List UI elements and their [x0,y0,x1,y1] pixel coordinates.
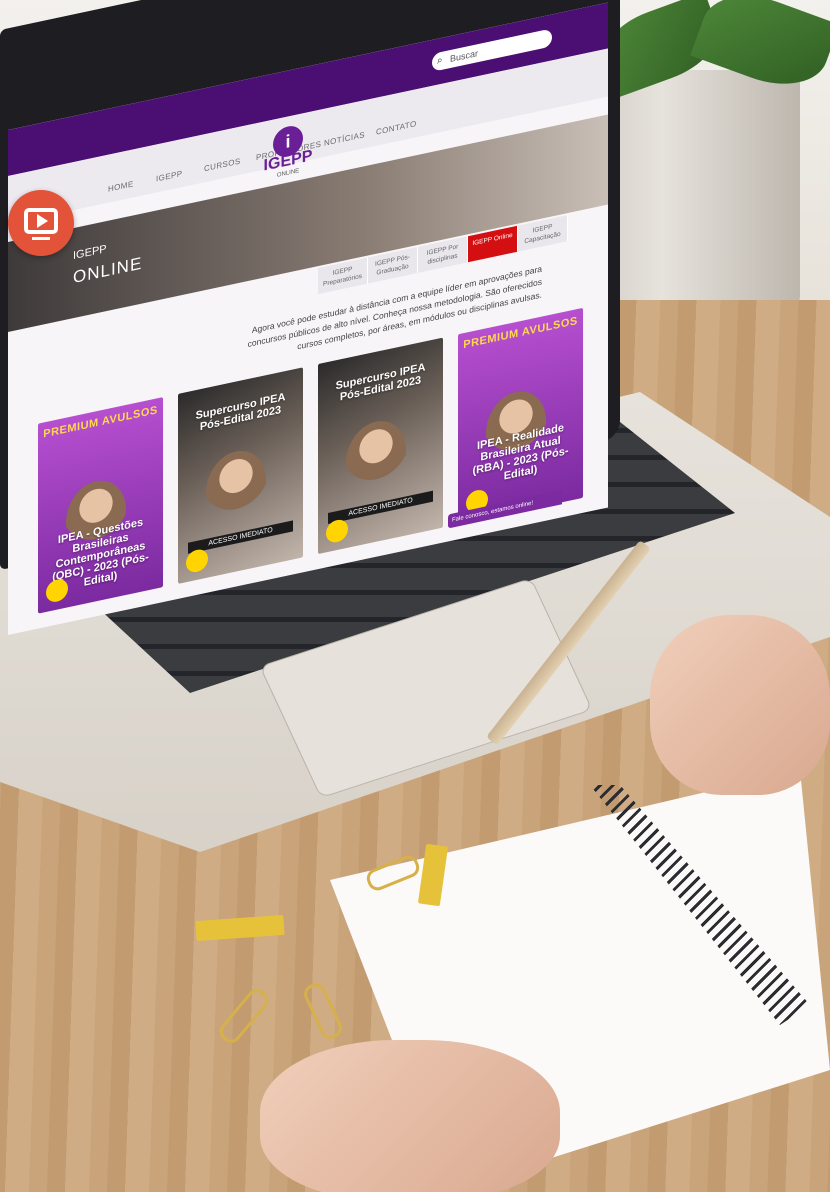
card-cta: ACESSO IMEDIATO [328,490,433,524]
nav-item-noticias[interactable]: NOTÍCIAS [324,130,365,148]
play-icon [37,214,48,228]
nav-item-contato[interactable]: CONTATO [376,119,417,137]
instructor-photo [346,415,406,499]
course-card[interactable]: Supercurso IPEA Pós-Edital 2023 ACESSO I… [318,337,443,555]
nav-item-home[interactable]: HOME [108,179,134,193]
writing-hand [650,615,830,795]
course-card[interactable]: PREMIUM AVULSOS IPEA - Realidade Brasile… [458,307,583,525]
nav-item-cursos[interactable]: CURSOS [204,157,241,174]
card-title: Supercurso IPEA Pós-Edital 2023 [335,361,426,404]
card-badge: PREMIUM AVULSOS [463,314,578,352]
photo-scene: ⌕ Buscar HOME IGEPP CURSOS PROFESSORES N… [0,0,830,1192]
card-title: Supercurso IPEA Pós-Edital 2023 [195,391,286,434]
course-card[interactable]: PREMIUM AVULSOS IPEA - Questões Brasilei… [38,397,163,614]
course-card[interactable]: Supercurso IPEA Pós-Edital 2023 ACESSO I… [178,367,303,584]
instructor-photo [206,445,266,528]
resting-hand [260,1040,560,1192]
search-icon: ⌕ [437,54,443,67]
video-lesson-icon [8,190,74,256]
card-badge: PREMIUM AVULSOS [43,404,158,441]
card-cta: ACESSO IMEDIATO [188,520,293,554]
hero-line1: IGEPP [73,243,107,263]
search-placeholder: Buscar [450,48,479,65]
tv-stand-icon [32,237,50,240]
nav-item-igepp[interactable]: IGEPP [156,169,182,184]
